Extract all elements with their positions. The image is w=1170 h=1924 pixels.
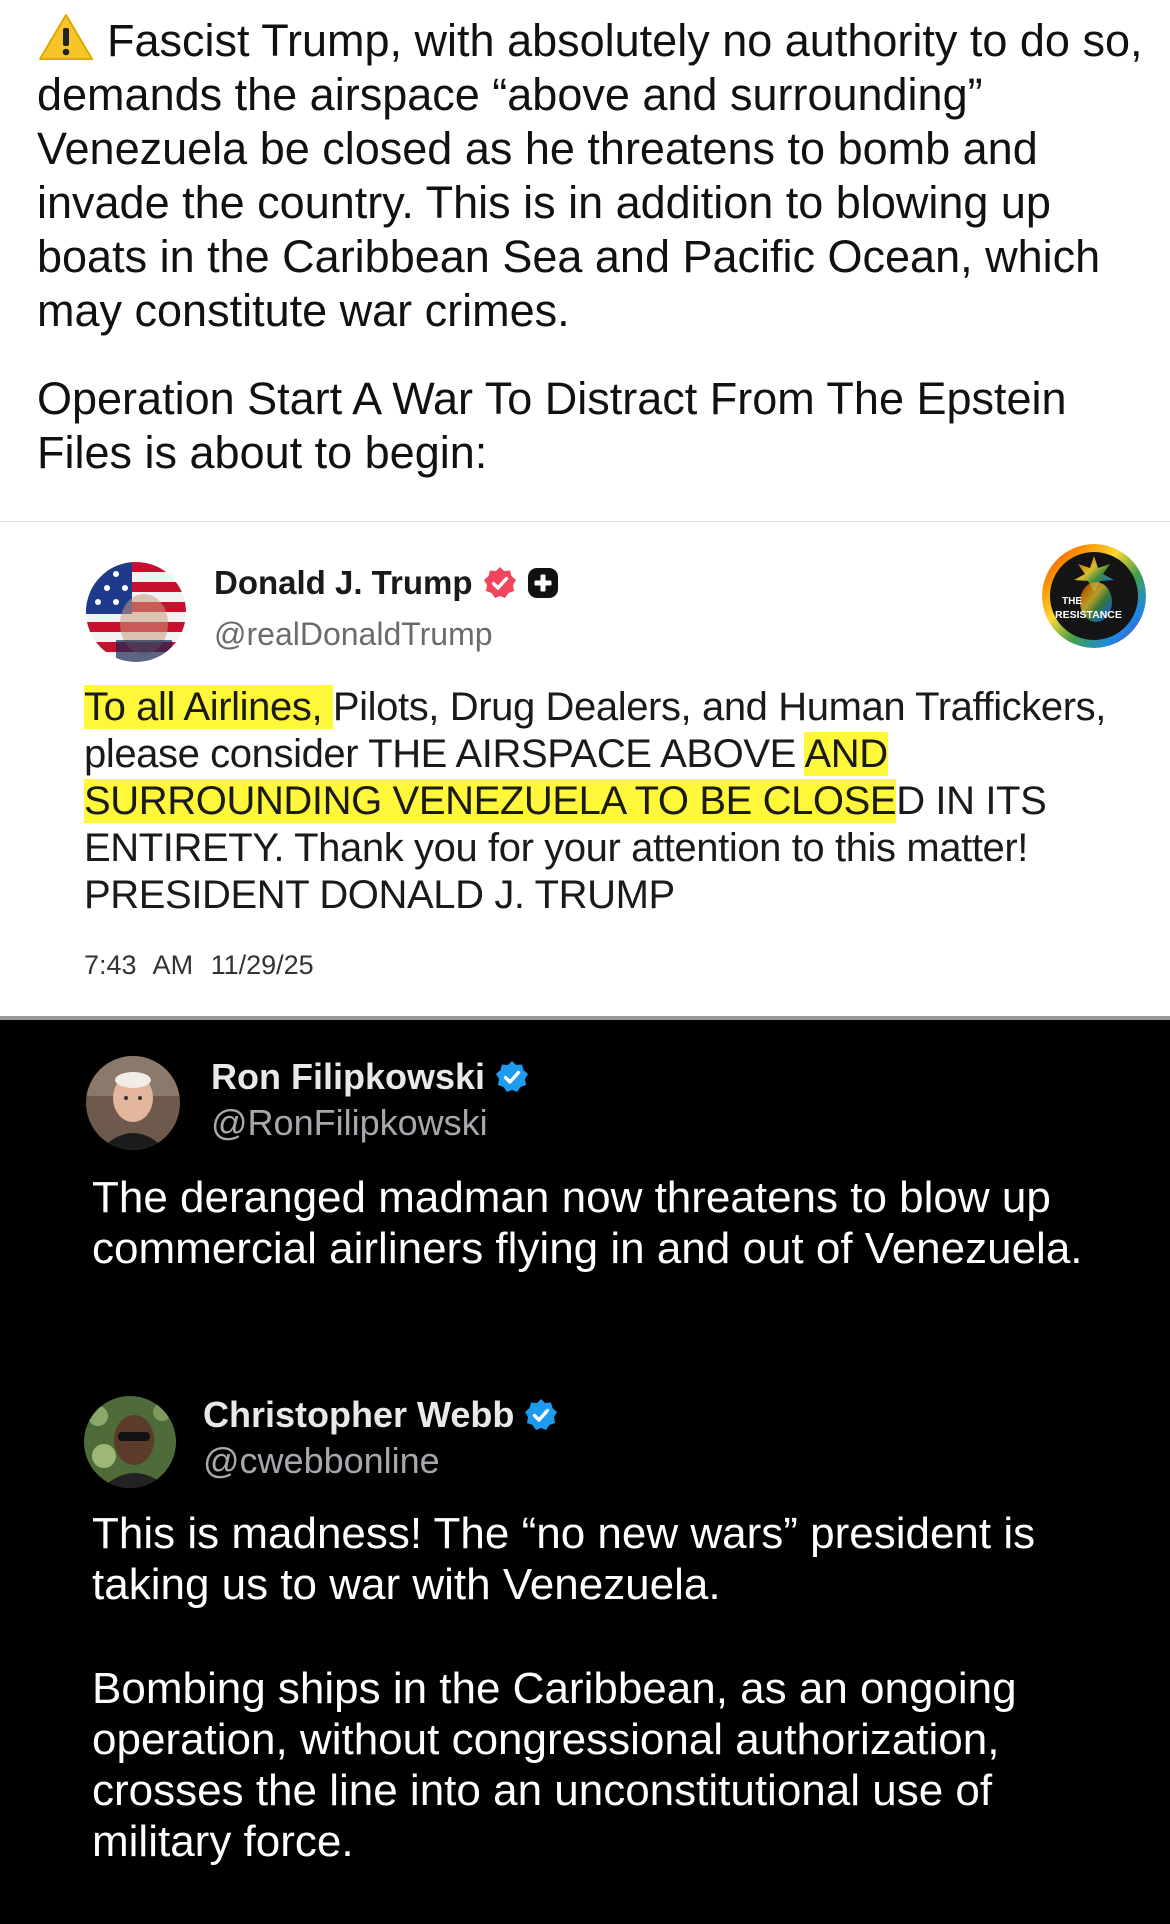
webb-post-text: This is madness! The “no new wars” presi… — [92, 1508, 1132, 1867]
ron-avatar-image — [86, 1056, 180, 1150]
webb-post-paragraph-1: This is madness! The “no new wars” presi… — [92, 1509, 1036, 1609]
post-caption: Fascist Trump, with absolutely no author… — [37, 12, 1147, 480]
x-posts-section: Ron Filipkowski @RonFilipkowski The dera… — [0, 1020, 1170, 1924]
the-resistance-badge: THE RESISTANCE — [1042, 544, 1146, 648]
ron-avatar[interactable] — [86, 1056, 180, 1150]
webb-avatar[interactable] — [84, 1396, 176, 1488]
badge-text-resistance: RESISTANCE — [1055, 609, 1122, 621]
ron-name[interactable]: Ron Filipkowski — [211, 1056, 485, 1098]
trump-handle[interactable]: @realDonaldTrump — [214, 616, 493, 653]
caption-paragraph-1: Fascist Trump, with absolutely no author… — [37, 12, 1147, 338]
trump-name[interactable]: Donald J. Trump — [214, 564, 473, 602]
warning-icon — [39, 14, 93, 60]
post-date: 11/29/25 — [210, 950, 314, 980]
truth-social-plus-icon — [527, 568, 558, 598]
webb-post-paragraph-2: Bombing ships in the Caribbean, as an on… — [92, 1664, 1017, 1866]
trump-post-text: To all Airlines, Pilots, Drug Dealers, a… — [84, 684, 1124, 919]
ron-handle[interactable]: @RonFilipkowski — [211, 1102, 488, 1144]
verified-badge-icon — [483, 567, 516, 598]
trump-avatar-image — [86, 562, 186, 662]
webb-name-row: Christopher Webb — [203, 1394, 558, 1436]
caption-paragraph-2: Operation Start A War To Distract From T… — [37, 373, 1067, 478]
verified-check-icon — [525, 1399, 558, 1430]
trump-post-card: Donald J. Trump @realDonaldTrump THE RES… — [0, 522, 1170, 1018]
webb-name[interactable]: Christopher Webb — [203, 1394, 514, 1436]
verified-check-icon — [496, 1061, 529, 1092]
webb-avatar-image — [84, 1396, 176, 1488]
ron-name-row: Ron Filipkowski — [211, 1056, 529, 1098]
ron-post-text: The deranged madman now threatens to blo… — [92, 1173, 1083, 1273]
caption-text-1: Fascist Trump, with absolutely no author… — [37, 15, 1143, 336]
webb-handle[interactable]: @cwebbonline — [203, 1440, 440, 1482]
trump-name-row: Donald J. Trump — [214, 564, 559, 602]
highlighted-text-1: To all Airlines, — [84, 685, 333, 729]
trump-post-timestamp: 7:43 AM 11/29/25 — [84, 950, 314, 981]
trump-avatar[interactable] — [86, 562, 186, 662]
post-time: 7:43 AM — [84, 950, 194, 980]
the-resistance-logo-icon: THE RESISTANCE — [1042, 544, 1146, 648]
badge-text-the: THE — [1062, 596, 1082, 607]
